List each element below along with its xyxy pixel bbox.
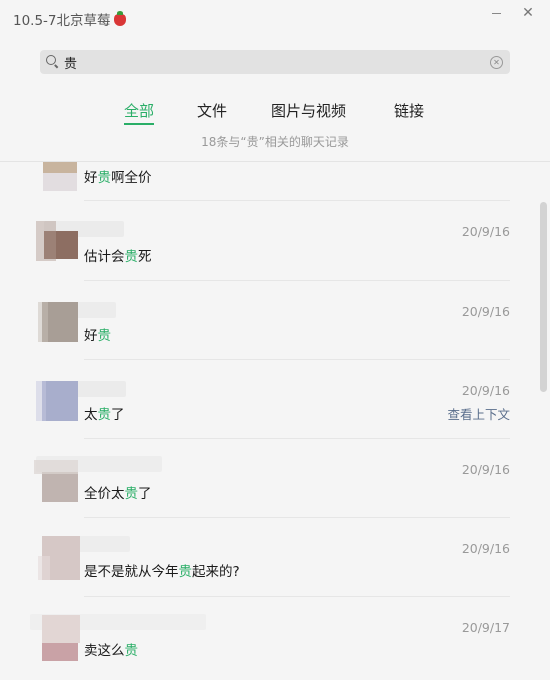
message-text-before: 估计会 xyxy=(84,249,125,265)
result-item[interactable]: 20/9/17 卖这么贵 xyxy=(0,597,540,680)
result-item[interactable]: 20/9/16 全价太贵了 xyxy=(0,439,540,518)
avatar-block-top xyxy=(42,381,78,421)
message-text-after: 死 xyxy=(138,249,152,265)
result-summary: 18条与“贵”相关的聊天记录 xyxy=(201,135,349,149)
minimize-button[interactable] xyxy=(489,5,505,21)
avatar xyxy=(36,381,78,421)
message-text-before: 太 xyxy=(84,407,98,423)
result-item[interactable]: 20/9/16 太贵了 查看上下文 xyxy=(0,360,540,439)
highlighted-keyword: 贵 xyxy=(124,249,139,265)
minimize-icon xyxy=(492,13,501,14)
message-text: 全价太贵了 xyxy=(84,482,152,502)
avatar-block-bottom xyxy=(38,556,50,580)
message-date: 20/9/16 xyxy=(461,224,510,239)
tab-files[interactable]: 文件 xyxy=(197,100,227,121)
tab-images-videos-label: 图片与视频 xyxy=(271,102,347,120)
highlighted-keyword: 贵 xyxy=(97,328,112,344)
avatar-block-bottom xyxy=(43,173,77,191)
message-date: 20/9/16 xyxy=(461,462,510,477)
avatar-block-bottom xyxy=(36,381,46,421)
window-title: 10.5-7北京草莓 xyxy=(13,9,126,29)
tab-all-label: 全部 xyxy=(124,102,155,120)
avatar-block-bottom xyxy=(34,460,78,474)
message-text: 好贵啊全价 xyxy=(84,166,152,186)
message-date: 20/9/16 xyxy=(461,541,510,556)
avatar xyxy=(38,536,80,580)
highlighted-keyword: 贵 xyxy=(124,486,139,502)
tab-files-label: 文件 xyxy=(197,102,228,120)
active-tab-indicator xyxy=(124,123,155,125)
title-bar: 10.5-7北京草莓 ✕ xyxy=(0,0,550,36)
clear-search-icon[interactable]: ✕ xyxy=(490,56,503,69)
avatar-block-bottom xyxy=(38,302,48,342)
close-button[interactable]: ✕ xyxy=(520,5,536,21)
avatar-block-top xyxy=(42,472,78,502)
message-text: 卖这么贵 xyxy=(84,639,138,659)
filter-tabs: 全部 文件 图片与视频 链接 xyxy=(0,100,550,130)
message-text-before: 全价太 xyxy=(84,486,125,502)
tab-all[interactable]: 全部 xyxy=(124,100,155,125)
message-text-before: 是不是就从今年 xyxy=(84,564,179,580)
message-text-after: 了 xyxy=(111,407,125,423)
results-list: 好贵啊全价 20/9/16 估计会贵死 20/9/16 好贵 20/9/16 太… xyxy=(0,162,540,680)
result-item[interactable]: 20/9/16 好贵 xyxy=(0,281,540,360)
message-text-after: 了 xyxy=(138,486,152,502)
avatar xyxy=(42,615,80,661)
avatar xyxy=(38,302,78,342)
tab-links[interactable]: 链接 xyxy=(394,100,424,121)
search-box[interactable]: 贵 ✕ xyxy=(40,50,510,74)
search-icon xyxy=(46,55,56,65)
tab-images-videos[interactable]: 图片与视频 xyxy=(271,100,346,121)
strawberry-icon xyxy=(113,11,126,26)
message-date: 20/9/17 xyxy=(461,620,510,635)
message-text-after: 啊全价 xyxy=(111,170,152,186)
message-text-after: 起来的? xyxy=(192,564,240,580)
avatar xyxy=(36,221,78,261)
message-text: 是不是就从今年贵起来的? xyxy=(84,560,240,580)
avatar-block-bottom xyxy=(42,643,78,661)
close-icon: ✕ xyxy=(522,5,534,21)
result-item[interactable]: 20/9/16 是不是就从今年贵起来的? xyxy=(0,518,540,597)
avatar xyxy=(43,162,79,195)
window-title-text: 10.5-7北京草莓 xyxy=(13,13,111,29)
highlighted-keyword: 贵 xyxy=(97,407,112,423)
message-text: 好贵 xyxy=(84,324,111,344)
message-text-before: 好 xyxy=(84,170,98,186)
highlighted-keyword: 贵 xyxy=(97,170,112,186)
message-text: 估计会贵死 xyxy=(84,245,152,265)
message-text-before: 好 xyxy=(84,328,98,344)
message-date: 20/9/16 xyxy=(461,304,510,319)
scrollbar[interactable] xyxy=(540,202,547,392)
message-text: 太贵了 xyxy=(84,403,125,423)
search-input[interactable]: 贵 xyxy=(64,53,77,72)
avatar-block-bottom xyxy=(36,221,56,261)
avatar-block-top xyxy=(43,162,77,173)
highlighted-keyword: 贵 xyxy=(178,564,193,580)
avatar xyxy=(34,460,78,502)
result-item[interactable]: 好贵啊全价 xyxy=(0,162,540,201)
avatar-block-top xyxy=(42,615,80,643)
message-text-before: 卖这么 xyxy=(84,643,125,659)
view-context-link[interactable]: 查看上下文 xyxy=(447,404,510,423)
highlighted-keyword: 贵 xyxy=(124,643,139,659)
result-item[interactable]: 20/9/16 估计会贵死 xyxy=(0,201,540,281)
message-date: 20/9/16 xyxy=(461,383,510,398)
tab-links-label: 链接 xyxy=(394,102,425,120)
